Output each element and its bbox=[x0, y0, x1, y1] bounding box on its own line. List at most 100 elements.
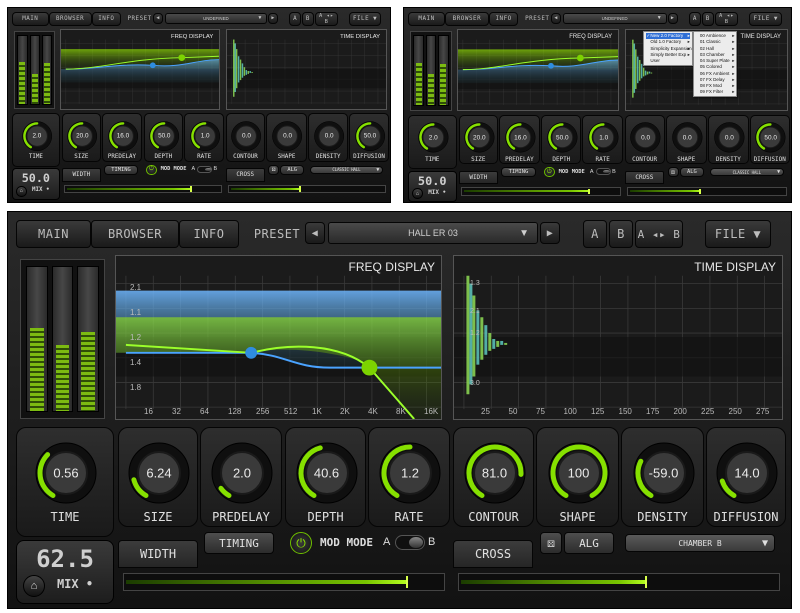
timing-button[interactable]: TIMING bbox=[501, 166, 536, 178]
preset-selector[interactable]: UNDEFINED ▼ bbox=[562, 12, 667, 24]
ab-a-button[interactable]: A bbox=[583, 220, 607, 248]
knob-dial[interactable]: 0.0 bbox=[713, 121, 746, 154]
cross-slider[interactable] bbox=[458, 573, 780, 591]
knob-time[interactable]: 2.0 TIME bbox=[11, 113, 60, 167]
knob-shape[interactable]: 0.0 SHAPE bbox=[665, 114, 707, 165]
width-slider[interactable] bbox=[64, 184, 222, 194]
next-preset-button[interactable]: ▶ bbox=[540, 222, 560, 244]
ab-copy-button[interactable]: A ◂▸ B bbox=[635, 220, 683, 248]
knob-predelay[interactable]: 2.0 PREDELAY bbox=[200, 427, 282, 527]
ab-a-button[interactable]: A bbox=[688, 11, 701, 26]
knob-dial[interactable]: 1.0 bbox=[189, 120, 221, 152]
knob-depth[interactable]: 40.6 DEPTH bbox=[285, 427, 366, 527]
tab-browser[interactable]: BROWSER bbox=[48, 11, 92, 26]
knob-size[interactable]: 6.24 SIZE bbox=[118, 427, 198, 527]
mod-power-button[interactable]: ⏻ bbox=[145, 164, 157, 176]
knob-rate[interactable]: 1.0 RATE bbox=[582, 114, 623, 165]
knob-size[interactable]: 20.0 SIZE bbox=[61, 113, 101, 163]
ab-b-button[interactable]: B bbox=[301, 11, 314, 26]
width-slider-thumb[interactable] bbox=[405, 575, 408, 589]
algorithm-selector[interactable]: CLASSIC HALL ▼ bbox=[709, 167, 785, 177]
mod-power-button[interactable]: ⏻ bbox=[543, 166, 555, 178]
knob-dial[interactable]: 50.0 bbox=[754, 121, 787, 154]
width-slider-thumb[interactable] bbox=[189, 186, 192, 192]
next-preset-button[interactable]: ▶ bbox=[268, 12, 278, 24]
knob-predelay[interactable]: 16.0 PREDELAY bbox=[101, 113, 143, 163]
knob-rate[interactable]: 1.2 RATE bbox=[368, 427, 450, 527]
knob-diffusion[interactable]: 14.0 DIFFUSION bbox=[706, 427, 786, 527]
knob-dial[interactable]: 0.0 bbox=[230, 120, 262, 152]
width-slider[interactable] bbox=[460, 186, 621, 196]
knob-contour[interactable]: 0.0 CONTOUR bbox=[624, 114, 665, 165]
tab-info[interactable]: INFO bbox=[91, 11, 121, 26]
cross-slider[interactable] bbox=[626, 186, 787, 196]
preset-category-item[interactable]: User bbox=[646, 58, 690, 64]
knob-dial[interactable]: 14.0 bbox=[714, 440, 780, 506]
knob-rate[interactable]: 1.0 RATE bbox=[184, 113, 225, 163]
knob-contour[interactable]: 81.0 CONTOUR bbox=[453, 427, 534, 527]
home-button[interactable]: ⌂ bbox=[15, 186, 27, 197]
knob-size[interactable]: 20.0 SIZE bbox=[458, 114, 499, 165]
knob-time[interactable]: 2.0 TIME bbox=[407, 114, 457, 170]
knob-dial[interactable]: 100 bbox=[546, 440, 612, 506]
mod-power-button[interactable]: ⏻ bbox=[290, 532, 312, 554]
preset-selector[interactable]: UNDEFINED ▼ bbox=[164, 12, 268, 24]
knob-density[interactable]: 0.0 DENSITY bbox=[307, 113, 349, 163]
mod-mode-toggle[interactable] bbox=[197, 166, 212, 174]
mod-mode-toggle[interactable] bbox=[395, 535, 425, 550]
mix-control[interactable]: 50.0 MIX • ⌂ bbox=[407, 170, 457, 202]
file-menu-button[interactable]: FILE ▼ bbox=[749, 11, 783, 26]
cross-slider-thumb[interactable] bbox=[698, 188, 701, 195]
knob-dial[interactable]: 0.0 bbox=[313, 120, 345, 152]
knob-dial[interactable]: 0.0 bbox=[629, 121, 662, 154]
tab-info[interactable]: INFO bbox=[179, 220, 239, 248]
knob-dial[interactable]: 6.24 bbox=[126, 440, 192, 506]
knob-dial[interactable]: 1.0 bbox=[587, 121, 620, 154]
timing-button[interactable]: TIMING bbox=[204, 532, 274, 554]
tab-main[interactable]: MAIN bbox=[16, 220, 91, 248]
tab-info[interactable]: INFO bbox=[488, 11, 519, 26]
knob-dial[interactable]: 81.0 bbox=[462, 440, 528, 506]
knob-dial[interactable]: 2.0 bbox=[417, 121, 450, 154]
tab-main[interactable]: MAIN bbox=[11, 11, 49, 26]
cross-slider-thumb[interactable] bbox=[644, 575, 647, 589]
timing-button[interactable]: TIMING bbox=[103, 164, 139, 176]
ab-b-button[interactable]: B bbox=[701, 11, 714, 26]
knob-dial[interactable]: 40.6 bbox=[294, 440, 360, 506]
alg-button[interactable]: ALG bbox=[279, 164, 305, 176]
file-menu-button[interactable]: FILE ▼ bbox=[705, 220, 771, 248]
next-preset-button[interactable]: ▶ bbox=[667, 12, 678, 24]
knob-dial[interactable]: 16.0 bbox=[504, 121, 537, 154]
tab-main[interactable]: MAIN bbox=[407, 11, 446, 26]
random-alg-button[interactable]: ⚄ bbox=[667, 166, 679, 178]
alg-button[interactable]: ALG bbox=[564, 532, 614, 554]
knob-diffusion[interactable]: 50.0 DIFFUSION bbox=[349, 113, 389, 163]
knob-time[interactable]: 0.56 TIME bbox=[16, 427, 114, 537]
knob-dial[interactable]: 1.2 bbox=[377, 440, 443, 506]
knob-dial[interactable]: 20.0 bbox=[66, 120, 98, 152]
ab-a-button[interactable]: A bbox=[289, 11, 301, 26]
prev-preset-button[interactable]: ◀ bbox=[153, 12, 164, 24]
cross-slider[interactable] bbox=[228, 184, 386, 194]
algorithm-selector[interactable]: CHAMBER B ▼ bbox=[625, 534, 775, 552]
ab-copy-button[interactable]: A ◂▸ B bbox=[714, 11, 739, 26]
ab-b-button[interactable]: B bbox=[609, 220, 633, 248]
prev-preset-button[interactable]: ◀ bbox=[305, 222, 325, 244]
knob-dial[interactable]: 0.56 bbox=[33, 440, 99, 506]
home-button[interactable]: ⌂ bbox=[411, 188, 423, 200]
file-menu-button[interactable]: FILE ▼ bbox=[348, 11, 382, 26]
width-slider[interactable] bbox=[123, 573, 445, 591]
mix-control[interactable]: 62.5 MIX • ⌂ bbox=[16, 540, 114, 604]
knob-depth[interactable]: 50.0 DEPTH bbox=[143, 113, 184, 163]
alg-button[interactable]: ALG bbox=[679, 166, 705, 178]
preset-subcategory-item[interactable]: 09 FX Filter ▸ bbox=[696, 89, 735, 95]
knob-dial[interactable]: 2.0 bbox=[21, 120, 53, 152]
cross-slider-thumb[interactable] bbox=[299, 186, 302, 192]
knob-dial[interactable]: -59.0 bbox=[631, 440, 697, 506]
random-alg-button[interactable]: ⚄ bbox=[540, 532, 562, 554]
knob-predelay[interactable]: 16.0 PREDELAY bbox=[499, 114, 540, 165]
knob-contour[interactable]: 0.0 CONTOUR bbox=[225, 113, 266, 163]
knob-diffusion[interactable]: 50.0 DIFFUSION bbox=[749, 114, 790, 165]
algorithm-selector[interactable]: CLASSIC HALL ▼ bbox=[309, 165, 384, 175]
ab-copy-button[interactable]: A ◂▸ B bbox=[314, 11, 339, 26]
